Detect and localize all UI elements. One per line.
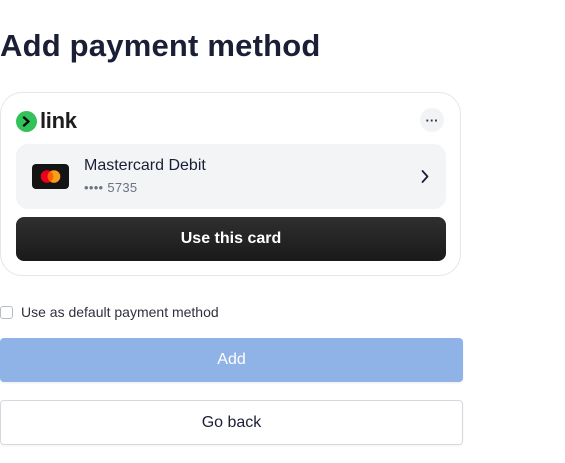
page: Add payment method link ··· Mastercard D… xyxy=(0,0,565,463)
use-this-card-button[interactable]: Use this card xyxy=(16,217,446,261)
saved-card-row[interactable]: Mastercard Debit •••• 5735 xyxy=(16,144,446,209)
more-options-button[interactable]: ··· xyxy=(420,108,444,132)
link-arrow-icon xyxy=(16,110,37,132)
add-button[interactable]: Add xyxy=(0,338,463,382)
link-panel: link ··· Mastercard Debit •••• 5735 Use … xyxy=(0,92,461,276)
link-logo-text: link xyxy=(40,108,77,133)
page-title: Add payment method xyxy=(0,28,321,63)
card-number: •••• 5735 xyxy=(84,180,138,195)
link-logo: link xyxy=(16,109,77,133)
default-payment-checkbox[interactable] xyxy=(0,305,13,319)
go-back-button[interactable]: Go back xyxy=(0,400,463,445)
more-icon: ··· xyxy=(425,112,439,128)
default-payment-label[interactable]: Use as default payment method xyxy=(21,304,219,320)
default-payment-row: Use as default payment method xyxy=(0,303,219,321)
card-name: Mastercard Debit xyxy=(84,157,206,174)
chevron-right-icon xyxy=(420,169,430,184)
mastercard-icon xyxy=(32,164,69,189)
